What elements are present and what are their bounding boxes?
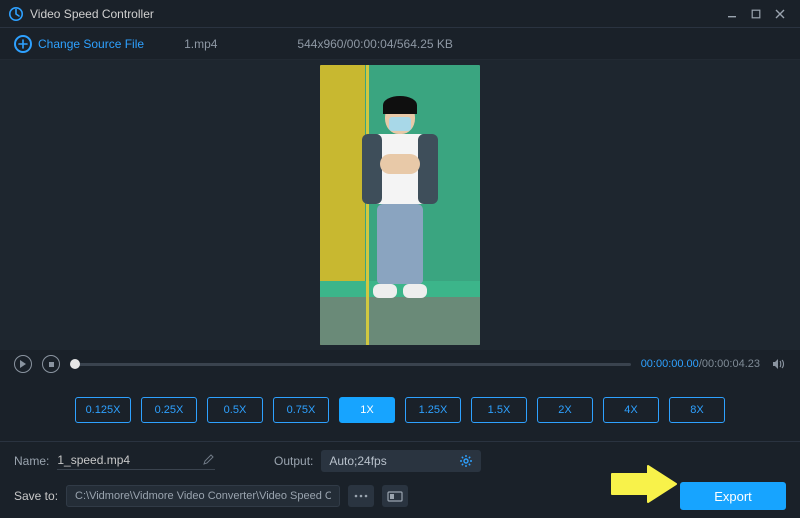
- source-filename: 1.mp4: [184, 37, 217, 51]
- name-label: Name:: [14, 454, 49, 468]
- volume-button[interactable]: [770, 356, 786, 372]
- titlebar: Video Speed Controller: [0, 0, 800, 28]
- speed-0.125x[interactable]: 0.125X: [75, 397, 131, 423]
- total-time: 00:00:04.23: [702, 358, 760, 370]
- more-button[interactable]: [348, 485, 374, 507]
- change-source-label: Change Source File: [38, 37, 144, 51]
- plus-circle-icon: [14, 35, 32, 53]
- scrubber[interactable]: [70, 363, 631, 366]
- maximize-button[interactable]: [744, 2, 768, 26]
- app-logo-icon: [8, 6, 24, 22]
- export-button[interactable]: Export: [680, 482, 786, 510]
- open-folder-button[interactable]: [382, 485, 408, 507]
- saveto-path-input[interactable]: [66, 485, 340, 507]
- speed-2x[interactable]: 2X: [537, 397, 593, 423]
- close-button[interactable]: [768, 2, 792, 26]
- speed-selector: 0.125X 0.25X 0.5X 0.75X 1X 1.25X 1.5X 2X…: [0, 378, 800, 442]
- app-title: Video Speed Controller: [30, 7, 154, 21]
- video-preview: [0, 60, 800, 350]
- scrubber-handle[interactable]: [70, 359, 80, 369]
- source-meta: 544x960/00:00:04/564.25 KB: [297, 37, 452, 51]
- speed-0.25x[interactable]: 0.25X: [141, 397, 197, 423]
- minimize-button[interactable]: [720, 2, 744, 26]
- current-time: 00:00:00.00: [641, 358, 699, 370]
- output-format-select[interactable]: Auto;24fps: [321, 450, 481, 472]
- speed-1.5x[interactable]: 1.5X: [471, 397, 527, 423]
- gear-icon[interactable]: [459, 454, 473, 468]
- playback-controls: 00:00:00.00/00:00:04.23: [0, 350, 800, 378]
- play-button[interactable]: [14, 355, 32, 373]
- speed-1.25x[interactable]: 1.25X: [405, 397, 461, 423]
- speed-4x[interactable]: 4X: [603, 397, 659, 423]
- video-thumbnail[interactable]: [320, 65, 480, 345]
- saveto-label: Save to:: [14, 489, 58, 503]
- edit-icon[interactable]: [203, 454, 215, 466]
- speed-0.5x[interactable]: 0.5X: [207, 397, 263, 423]
- speed-0.75x[interactable]: 0.75X: [273, 397, 329, 423]
- output-format-value: Auto;24fps: [329, 454, 386, 468]
- source-bar: Change Source File 1.mp4 544x960/00:00:0…: [0, 28, 800, 60]
- change-source-button[interactable]: Change Source File: [14, 35, 144, 53]
- speed-1x[interactable]: 1X: [339, 397, 395, 423]
- output-name-input[interactable]: [57, 453, 197, 467]
- stop-button[interactable]: [42, 355, 60, 373]
- bottom-panel: Name: Output: Auto;24fps Save to:: [0, 442, 800, 518]
- playback-time: 00:00:00.00/00:00:04.23: [641, 358, 760, 370]
- speed-8x[interactable]: 8X: [669, 397, 725, 423]
- output-label: Output:: [274, 454, 313, 468]
